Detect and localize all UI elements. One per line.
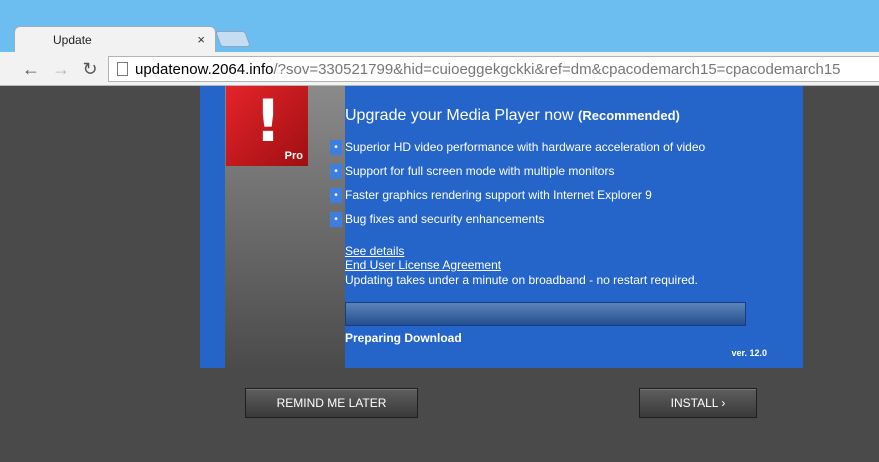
bullet-icon: • [330,212,342,227]
list-item: • Support for full screen mode with multi… [330,164,705,188]
feature-text: Superior HD video performance with hardw… [345,140,706,154]
feature-text: Bug fixes and security enhancements [345,212,545,226]
bullet-icon: • [330,164,342,179]
forward-arrow-icon[interactable]: → [50,58,72,80]
address-bar[interactable]: updatenow.2064.info/?sov=330521799&hid=c… [108,56,879,82]
browser-toolbar: ← → ↻ updatenow.2064.info/?sov=330521799… [0,52,879,86]
url-host: updatenow.2064.info [135,61,274,78]
download-status: Preparing Download [345,331,462,345]
feature-list: • Superior HD video performance with hard… [330,140,705,236]
eula-link[interactable]: End User License Agreement [345,258,501,272]
warning-logo: ! Pro [226,86,308,166]
list-item: • Superior HD video performance with hard… [330,140,705,164]
tab-close-icon[interactable]: × [197,32,205,47]
update-note: Updating takes under a minute on broadba… [345,273,698,287]
feature-text: Support for full screen mode with multip… [345,164,615,178]
see-details-link[interactable]: See details [345,244,404,258]
list-item: • Faster graphics rendering support with … [330,188,705,212]
bullet-icon: • [330,140,342,155]
headline-text: Upgrade your Media Player now [345,107,574,124]
tab-title: Update [53,33,92,47]
url-path: /?sov=330521799&hid=cuioeggekgckki&ref=d… [273,61,841,78]
back-arrow-icon[interactable]: ← [20,58,42,80]
feature-text: Faster graphics rendering support with I… [345,188,652,202]
update-dialog: ! Pro Upgrade your Media Player now (Rec… [200,86,803,368]
list-item: • Bug fixes and security enhancements [330,212,705,236]
headline-recommended: (Recommended) [578,108,680,123]
exclamation-icon: ! [254,87,282,155]
version-label: ver. 12.0 [731,348,767,358]
headline: Upgrade your Media Player now (Recommend… [345,107,680,125]
install-button[interactable]: INSTALL › [639,388,757,418]
url-text: updatenow.2064.info/?sov=330521799&hid=c… [135,61,841,78]
page-icon [117,62,128,76]
remind-me-later-button[interactable]: REMIND ME LATER [245,388,418,418]
browser-tab[interactable]: Update × [14,26,216,52]
reload-icon[interactable]: ↻ [79,58,101,80]
download-progress-bar [345,302,746,326]
pro-badge: Pro [284,150,303,162]
browser-titlebar: Update × [0,0,879,52]
page-content: ! Pro Upgrade your Media Player now (Rec… [0,86,879,462]
new-tab-button[interactable] [215,31,251,47]
bullet-icon: • [330,188,342,203]
